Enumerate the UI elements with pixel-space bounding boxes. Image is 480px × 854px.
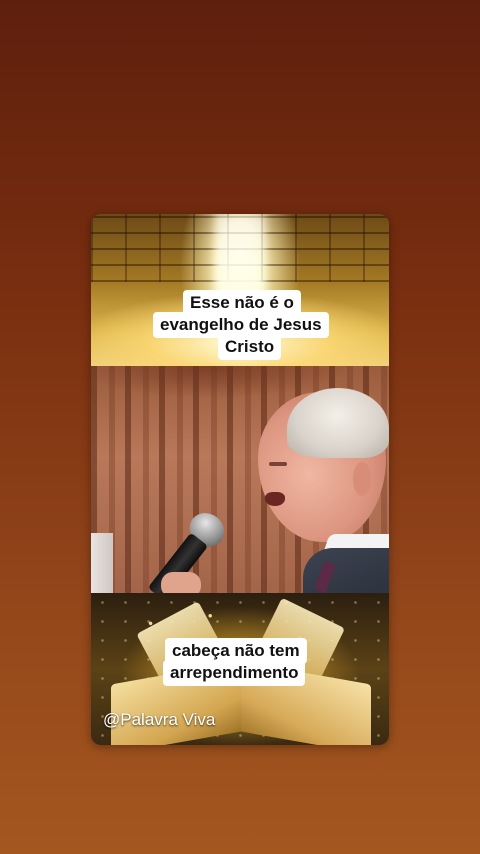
bottom-caption-line-2: arrependimento — [163, 660, 306, 686]
preacher-mouth — [265, 492, 285, 506]
preacher-image — [91, 366, 389, 608]
top-caption-line-3: Cristo — [218, 334, 282, 360]
video-card[interactable]: Esse não é o evangelho de Jesus Cristo c… — [91, 214, 389, 745]
preacher-ear — [353, 462, 371, 496]
preacher-eye — [269, 462, 287, 466]
background-wall — [91, 533, 113, 593]
channel-watermark: @Palavra Viva — [103, 710, 216, 729]
